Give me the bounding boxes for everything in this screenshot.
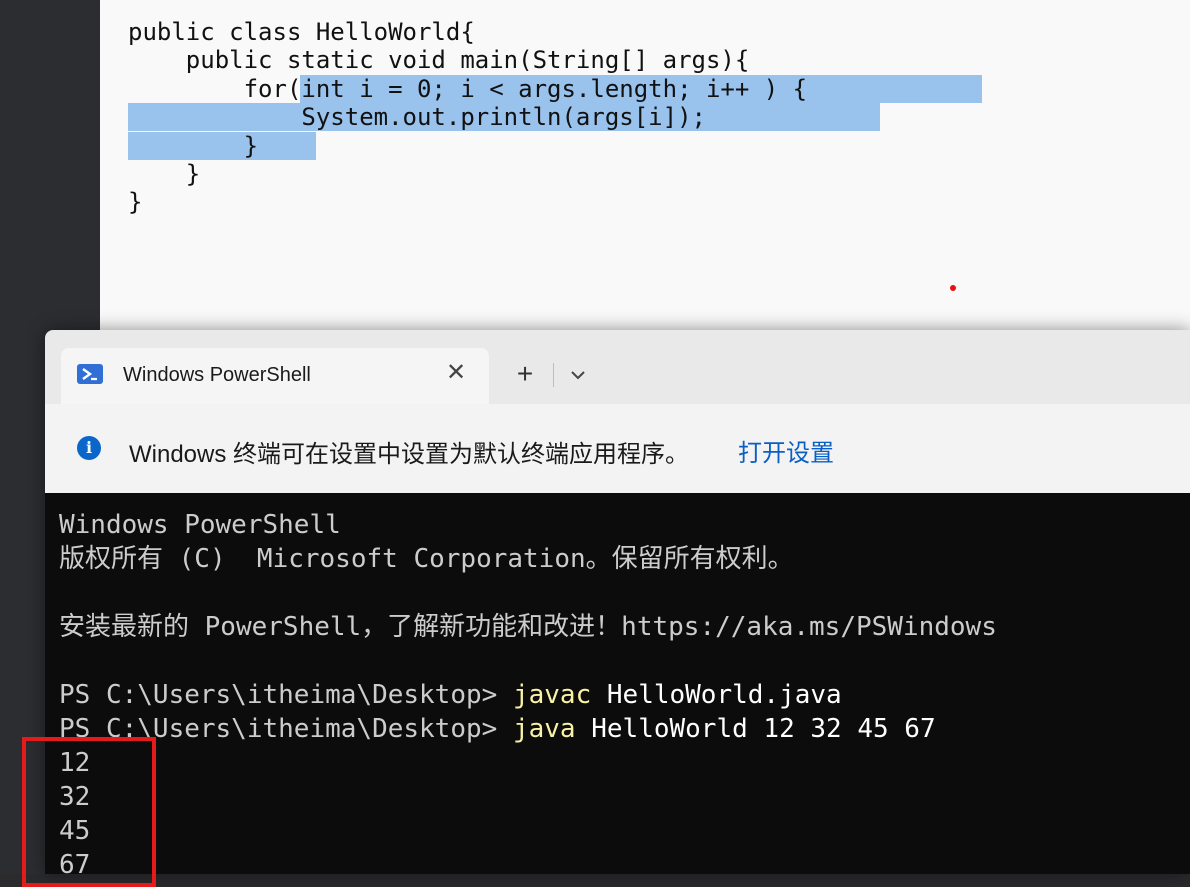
chevron-down-icon[interactable]	[563, 358, 593, 392]
tab-windows-powershell[interactable]: Windows PowerShell ✕	[61, 348, 489, 404]
info-bar: i Windows 终端可在设置中设置为默认终端应用程序。 打开设置	[45, 404, 1190, 493]
console-command-line: PS C:\Users\itheima\Desktop> java HelloW…	[59, 712, 997, 746]
command: javac	[512, 680, 592, 710]
terminal-window[interactable]: Windows PowerShell ✕ + i Windows 终端可在设置中…	[45, 330, 1190, 874]
code-line: public class HelloWorld{	[128, 18, 475, 46]
code-editor[interactable]: public class HelloWorld{ public static v…	[100, 0, 1190, 340]
output-line: 45	[59, 816, 91, 846]
close-icon[interactable]: ✕	[441, 358, 471, 388]
output-line: 12	[59, 748, 91, 778]
command: java	[512, 714, 576, 744]
new-tab-button[interactable]: +	[509, 356, 541, 392]
powershell-icon	[77, 364, 103, 384]
output-line: 32	[59, 782, 91, 812]
prompt: PS C:\Users\itheima\Desktop>	[59, 680, 513, 710]
code-line-selected: }	[128, 131, 807, 160]
code-line: public static void main(String[] args){	[128, 46, 750, 75]
tab-divider	[553, 363, 554, 387]
console-line: Windows PowerShell	[59, 510, 341, 540]
info-icon: i	[77, 436, 101, 460]
console-command-line: PS C:\Users\itheima\Desktop> javac Hello…	[59, 678, 997, 712]
tab-bar: Windows PowerShell ✕ +	[45, 330, 1190, 404]
red-cursor-dot	[950, 285, 956, 291]
code-line-selected: for(int i = 0; i < args.length; i++ ) {	[128, 74, 982, 103]
code-line-selected: System.out.println(args[i]);	[128, 103, 880, 132]
info-message: Windows 终端可在设置中设置为默认终端应用程序。	[129, 441, 690, 468]
tab-title: Windows PowerShell	[123, 364, 311, 386]
open-settings-link[interactable]: 打开设置	[738, 433, 834, 468]
console-line: 版权所有 (C) Microsoft Corporation。保留所有权利。	[59, 544, 794, 574]
code-line: }	[128, 188, 143, 217]
code-text[interactable]: public class HelloWorld{ public static v…	[128, 18, 982, 217]
code-line: }	[128, 159, 201, 188]
console-line: 安装最新的 PowerShell，了解新功能和改进！https://aka.ms…	[59, 612, 997, 642]
command-args: HelloWorld 12 32 45 67	[575, 714, 936, 744]
console-output[interactable]: Windows PowerShell 版权所有 (C) Microsoft Cor…	[59, 508, 997, 874]
output-line: 67	[59, 850, 91, 874]
annotation-highlight-box	[22, 737, 156, 887]
command-args: HelloWorld.java	[591, 680, 842, 710]
